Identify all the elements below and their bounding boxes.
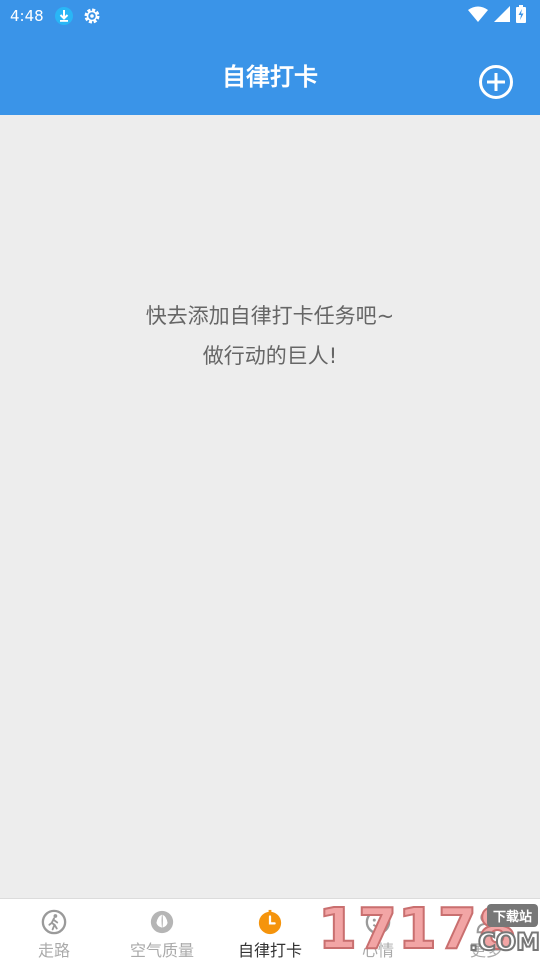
status-right-icons (468, 5, 526, 27)
nav-label: 走路 (37, 941, 70, 960)
status-bar: 4:48 (0, 0, 540, 32)
user-icon (476, 911, 496, 934)
nav-label: 心情 (361, 941, 394, 960)
add-task-button[interactable] (478, 64, 514, 100)
page-title: 自律打卡 (222, 63, 318, 91)
nav-item-checkin[interactable]: 自律打卡 (216, 899, 324, 960)
download-icon (54, 6, 74, 26)
nav-item-more[interactable]: 更多 (432, 899, 540, 960)
nav-label: 更多 (469, 941, 502, 960)
signal-icon (494, 6, 510, 26)
nav-label: 空气质量 (129, 941, 194, 960)
settings-icon (82, 6, 102, 26)
app-screen: 4:48 自律打卡 快去添加自律打卡任务吧~ 做行动的巨人! 走路 空气质量 自… (0, 0, 540, 960)
add-circle-icon (479, 65, 513, 99)
leaf-icon (150, 910, 174, 934)
wifi-icon (468, 6, 488, 26)
empty-state-message: 快去添加自律打卡任务吧~ 做行动的巨人! (0, 296, 540, 376)
bottom-nav: 走路 空气质量 自律打卡 心情 更多 (0, 898, 540, 960)
nav-item-air-quality[interactable]: 空气质量 (108, 899, 216, 960)
nav-item-walk[interactable]: 走路 (0, 899, 108, 960)
empty-state-line1: 快去添加自律打卡任务吧~ (145, 304, 395, 328)
mood-icon (365, 909, 391, 935)
nav-item-mood[interactable]: 心情 (324, 899, 432, 960)
status-time: 4:48 (10, 7, 44, 25)
nav-label: 自律打卡 (237, 941, 302, 960)
walk-icon (41, 909, 67, 935)
empty-state-line2: 做行动的巨人! (202, 344, 338, 368)
clock-icon (258, 909, 282, 935)
battery-icon (516, 5, 526, 27)
app-header: 自律打卡 (0, 32, 540, 115)
